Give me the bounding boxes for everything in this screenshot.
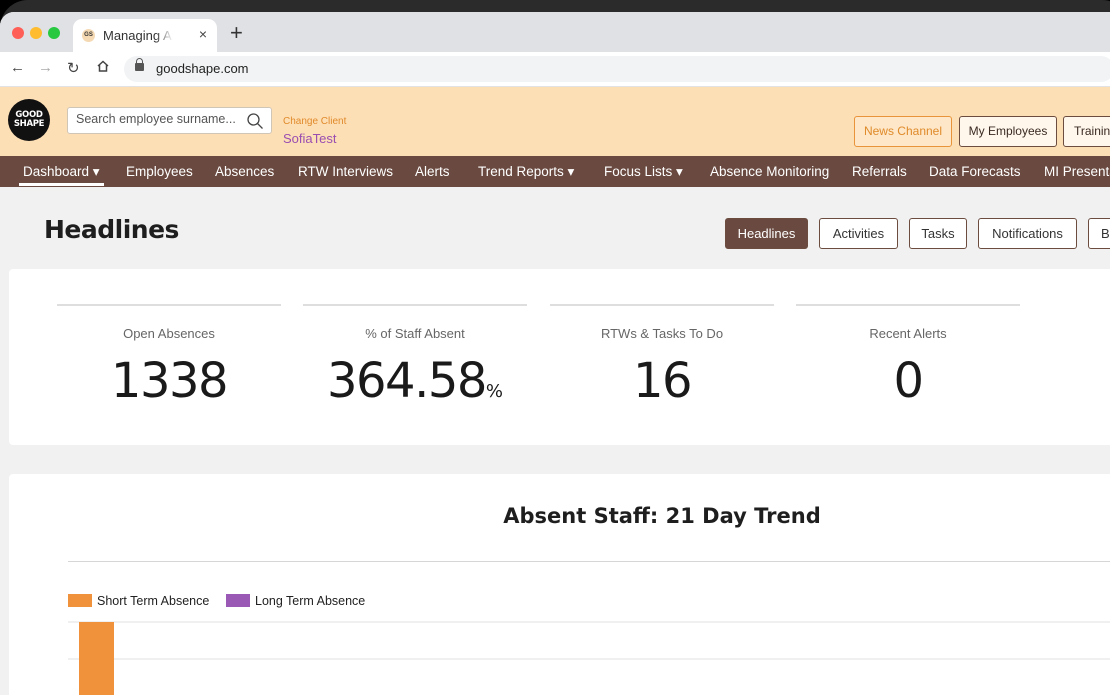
nav-rtw-interviews[interactable]: RTW Interviews: [298, 164, 393, 179]
news-channel-button[interactable]: News Channel: [854, 116, 952, 147]
legend-short-term[interactable]: Short Term Absence: [68, 594, 209, 608]
nav-trend-reports[interactable]: Trend Reports ▾: [478, 164, 574, 180]
browser-toolbar: ← → ↻ goodshape.com: [0, 52, 1110, 87]
nav-absences[interactable]: Absences: [215, 164, 274, 179]
tab-headlines[interactable]: Headlines: [725, 218, 808, 249]
logo-line-2: SHAPE: [13, 119, 45, 129]
nav-referrals[interactable]: Referrals: [852, 164, 907, 179]
app-header: GOOD SHAPE Change Client SofiaTest News …: [0, 87, 1110, 156]
stat-divider: [796, 304, 1020, 306]
chart-divider: [68, 561, 1110, 562]
close-window-button[interactable]: [12, 27, 24, 39]
page-content: Headlines Headlines Activities Tasks Not…: [0, 187, 1110, 695]
tab-activities[interactable]: Activities: [819, 218, 898, 249]
stat-label: Recent Alerts: [869, 326, 947, 341]
bar-short-term[interactable]: [79, 622, 114, 695]
maximize-window-button[interactable]: [48, 27, 60, 39]
chart-plot-area: [68, 621, 1110, 695]
chart-title: Absent Staff: 21 Day Trend: [503, 504, 821, 528]
nav-dashboard[interactable]: Dashboard ▾: [19, 164, 104, 186]
search-input[interactable]: [76, 112, 241, 126]
close-tab-icon[interactable]: ×: [199, 26, 207, 42]
client-name: SofiaTest: [283, 131, 337, 146]
tab-tasks[interactable]: Tasks: [909, 218, 967, 249]
legend-label: Long Term Absence: [255, 594, 366, 608]
legend-label: Short Term Absence: [97, 594, 210, 608]
forward-icon[interactable]: →: [38, 59, 53, 76]
training-button[interactable]: Training: [1063, 116, 1110, 147]
nav-employees[interactable]: Employees: [126, 164, 193, 179]
browser-tab[interactable]: GS Managing Absence ×: [73, 19, 217, 52]
stat-divider: [303, 304, 527, 306]
tab-notifications[interactable]: Notifications: [978, 218, 1077, 249]
tab-strip: GS Managing Absence × +: [0, 12, 1110, 52]
goodshape-logo[interactable]: GOOD SHAPE: [8, 99, 50, 141]
minimize-window-button[interactable]: [30, 27, 42, 39]
back-icon[interactable]: ←: [10, 59, 25, 76]
stat-label: RTWs & Tasks To Do: [600, 326, 724, 341]
stat-value: 1338: [110, 353, 229, 409]
stat-unit: %: [485, 381, 504, 402]
headline-stats: Open Absences 1338 % of Staff Absent 364…: [9, 269, 1110, 445]
nav-data-forecasts[interactable]: Data Forecasts: [929, 164, 1021, 179]
search-icon[interactable]: [246, 112, 264, 130]
tab-more[interactable]: Be: [1088, 218, 1110, 249]
lock-icon: [135, 58, 144, 71]
nav-focus-lists[interactable]: Focus Lists ▾: [604, 164, 683, 180]
url-text: goodshape.com: [156, 61, 249, 76]
home-icon[interactable]: [96, 59, 110, 76]
legend-swatch-short-term: [68, 594, 92, 607]
new-tab-button[interactable]: +: [230, 22, 243, 44]
employee-search: [67, 107, 272, 134]
nav-absence-monitoring[interactable]: Absence Monitoring: [710, 164, 829, 179]
my-employees-button[interactable]: My Employees: [959, 116, 1057, 147]
stat-divider: [57, 304, 281, 306]
stat-label: % of Staff Absent: [365, 326, 465, 341]
nav-mi-presentations[interactable]: MI Presentations: [1044, 164, 1110, 179]
stat-divider: [550, 304, 774, 306]
favicon-icon: GS: [82, 29, 95, 42]
stat-value: 364.58%: [326, 353, 504, 409]
legend-swatch-long-term: [226, 594, 250, 607]
page-title: Headlines: [44, 215, 179, 244]
nav-alerts[interactable]: Alerts: [415, 164, 450, 179]
browser-window: GS Managing Absence × + ← → ↻ goodshape.…: [0, 12, 1110, 695]
absent-staff-chart: Absent Staff: 21 Day Trend Short Term Ab…: [9, 474, 1110, 695]
legend-long-term[interactable]: Long Term Absence: [226, 594, 365, 608]
stat-value: 0: [893, 353, 924, 409]
tab-title: Managing Absence: [103, 28, 173, 43]
address-bar[interactable]: goodshape.com: [124, 56, 1110, 82]
stat-label: Open Absences: [123, 326, 215, 341]
main-nav: Dashboard ▾ Employees Absences RTW Inter…: [0, 156, 1110, 187]
change-client-link[interactable]: Change Client: [283, 116, 346, 127]
reload-icon[interactable]: ↻: [67, 59, 80, 77]
stat-value: 16: [632, 353, 693, 409]
